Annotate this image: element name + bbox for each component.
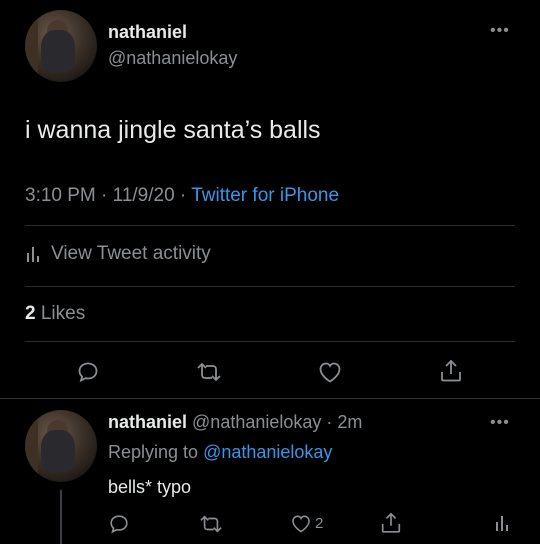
section-divider — [0, 398, 540, 399]
reply-like-button[interactable]: 2 — [290, 513, 323, 534]
reply-header: nathaniel @nathanielokay · 2m — [108, 412, 363, 432]
reply-retweet-icon[interactable] — [198, 513, 224, 535]
tweet-source[interactable]: Twitter for iPhone — [191, 185, 339, 206]
likes-count: 2 — [25, 303, 36, 324]
more-icon[interactable]: ••• — [490, 22, 510, 40]
reply-activity-icon[interactable] — [494, 514, 510, 532]
divider — [25, 341, 515, 342]
reply-more-icon[interactable]: ••• — [490, 414, 510, 432]
reply-author-handle[interactable]: @nathanielokay — [192, 412, 321, 432]
reply-avatar[interactable] — [25, 410, 97, 482]
replying-to-handle[interactable]: @nathanielokay — [203, 442, 332, 462]
retweet-icon[interactable] — [195, 360, 223, 384]
reply-like-icon — [290, 513, 312, 534]
reply-text: bells* typo — [108, 477, 192, 497]
reply-icon[interactable] — [76, 360, 100, 384]
replying-prefix: Replying to — [108, 442, 199, 462]
main-avatar[interactable] — [25, 10, 97, 82]
divider — [25, 225, 515, 226]
likes-label: Likes — [40, 303, 86, 324]
reply-thread-line — [60, 490, 62, 544]
activity-icon — [25, 245, 41, 263]
tweet-date: 11/9/20 — [112, 185, 175, 206]
replying-to-line: Replying to @nathanielokay — [108, 442, 332, 463]
reply-share-icon[interactable] — [379, 511, 403, 535]
view-activity-label: View Tweet activity — [51, 243, 211, 264]
reply-author-name[interactable]: nathaniel — [108, 412, 187, 432]
share-icon[interactable] — [438, 358, 464, 384]
tweet-meta: 3:10 PM · 11/9/20 · Twitter for iPhone — [25, 185, 340, 206]
like-icon[interactable] — [317, 360, 343, 384]
likes-row[interactable]: 2 Likes — [25, 303, 85, 325]
main-author-handle[interactable]: @nathanielokay — [108, 48, 237, 69]
main-author-name[interactable]: nathaniel — [108, 22, 187, 43]
reply-reply-icon[interactable] — [108, 513, 130, 535]
tweet-text: i wanna jingle santa’s balls — [25, 116, 321, 144]
reply-age[interactable]: 2m — [337, 412, 362, 432]
reply-like-count: 2 — [315, 515, 324, 532]
tweet-time: 3:10 PM — [25, 185, 96, 206]
divider — [25, 286, 515, 287]
view-activity-row[interactable]: View Tweet activity — [25, 243, 211, 265]
